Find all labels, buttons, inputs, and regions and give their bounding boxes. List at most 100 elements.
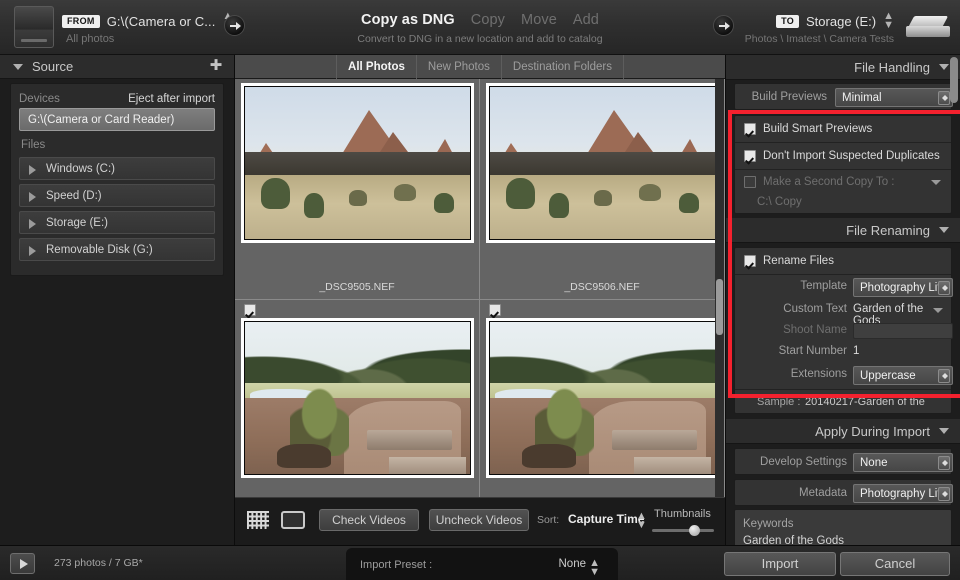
chevron-down-icon[interactable]	[13, 64, 23, 70]
develop-settings-label: Develop Settings	[760, 456, 847, 468]
import-button[interactable]: Import	[724, 552, 836, 576]
start-number-value[interactable]: 1	[853, 345, 859, 357]
tab-destination-folders[interactable]: Destination Folders	[500, 55, 624, 79]
template-dropdown[interactable]: Photography Life	[853, 278, 953, 297]
sidebar-item-windows-c[interactable]: Windows (C:)	[19, 157, 215, 180]
thumbnail-size-label: Thumbnails	[654, 508, 711, 520]
chevron-down-icon[interactable]	[939, 64, 949, 70]
sidebar-item-camera-card-reader[interactable]: G:\(Camera or Card Reader)	[19, 108, 215, 131]
import-preset-bar[interactable]: Import Preset : None ▲ ▼	[346, 548, 618, 580]
check-videos-button[interactable]: Check Videos	[319, 509, 419, 531]
grid-scrollbar-thumb[interactable]	[716, 279, 723, 335]
second-copy-checkbox[interactable]	[744, 175, 756, 188]
thumbnail-include-checkbox[interactable]	[489, 304, 501, 316]
right-panel-scrollbar[interactable]	[950, 57, 958, 103]
import-preset-value[interactable]: None	[559, 558, 587, 570]
chevron-right-icon[interactable]	[29, 192, 36, 202]
stepper-icon[interactable]	[938, 281, 950, 295]
grid-scrollbar[interactable]	[715, 79, 724, 521]
thumbnail-include-checkbox[interactable]	[244, 304, 256, 316]
mode-copy-as-dng[interactable]: Copy as DNG	[361, 12, 455, 28]
thumbnail-size-slider-knob[interactable]	[689, 525, 700, 536]
sidebar-item-storage-e[interactable]: Storage (E:)	[19, 211, 215, 234]
cancel-button[interactable]: Cancel	[840, 552, 950, 576]
loupe-view-icon[interactable]	[281, 511, 305, 529]
thumbnail-cell[interactable]: _DSC9506.NEF	[480, 79, 725, 300]
sample-row: Sample : 20140217-Garden of the Go...	[735, 389, 951, 432]
destination-path-label: Storage (E:)	[806, 13, 877, 29]
metadata-dropdown[interactable]: Photography Life	[853, 484, 953, 503]
stepper-icon[interactable]	[938, 369, 950, 383]
sidebar-item-label: Windows (C:)	[46, 163, 116, 175]
tab-all-photos[interactable]: All Photos	[336, 55, 416, 79]
build-smart-previews-row[interactable]: Build Smart Previews	[735, 116, 951, 143]
file-renaming-header[interactable]: File Renaming	[726, 218, 960, 243]
shoot-name-label: Shoot Name	[783, 324, 847, 336]
destination-stepper-icon[interactable]: ▲ ▼	[883, 11, 894, 31]
stepper-icon[interactable]	[938, 487, 950, 501]
template-row: Template Photography Life	[735, 275, 953, 300]
destination-drive-icon	[906, 16, 950, 40]
thumbnail-filename: _DSC9506.NEF	[564, 281, 640, 293]
develop-settings-value: None	[860, 457, 888, 469]
custom-text-row: Custom Text Garden of the Gods	[735, 300, 951, 327]
rename-files-row[interactable]: Rename Files	[735, 248, 951, 275]
bottom-bar: 273 photos / 7 GB* Import Preset : None …	[0, 545, 960, 580]
stepper-icon[interactable]	[938, 456, 950, 470]
build-previews-dropdown[interactable]: Minimal	[835, 88, 953, 107]
thumbnail-cell[interactable]	[235, 300, 480, 521]
second-copy-path: C:\ Copy	[757, 196, 802, 208]
second-copy-label: Make a Second Copy To :	[763, 176, 895, 188]
develop-settings-dropdown[interactable]: None	[853, 453, 953, 472]
chevron-down-icon[interactable]	[939, 227, 949, 233]
build-previews-row: Build Previews Minimal	[734, 83, 953, 110]
thumbnail-cell[interactable]	[480, 300, 725, 521]
import-preset-stepper-icon[interactable]: ▲ ▼	[589, 558, 600, 578]
chevron-down-icon[interactable]	[933, 308, 943, 313]
uncheck-videos-button[interactable]: Uncheck Videos	[429, 509, 529, 531]
sort-stepper-icon[interactable]: ▲ ▼	[636, 511, 647, 531]
build-smart-previews-checkbox[interactable]	[744, 122, 756, 135]
sidebar-item-removable-disk-g[interactable]: Removable Disk (G:)	[19, 238, 215, 261]
apply-during-import-title: Apply During Import	[815, 424, 930, 439]
dont-import-duplicates-row[interactable]: Don't Import Suspected Duplicates	[735, 143, 951, 170]
rename-files-checkbox[interactable]	[744, 254, 756, 267]
chevron-right-icon[interactable]	[29, 246, 36, 256]
second-copy-row[interactable]: Make a Second Copy To :	[735, 170, 951, 194]
chevron-down-icon[interactable]	[939, 428, 949, 434]
extensions-dropdown[interactable]: Uppercase	[853, 366, 953, 385]
shoot-name-field[interactable]	[853, 323, 953, 339]
thumbnail-grid: _DSC9505.NEF _DSC9506.NEF	[235, 79, 725, 521]
file-handling-header[interactable]: File Handling	[726, 55, 960, 80]
mode-add[interactable]: Add	[573, 12, 599, 28]
chevron-down-icon[interactable]	[931, 180, 941, 185]
chevron-right-icon[interactable]	[29, 219, 36, 229]
arrow-right-icon-right[interactable]	[713, 15, 734, 36]
dont-import-duplicates-label: Don't Import Suspected Duplicates	[763, 150, 940, 162]
file-handling-options: Build Smart Previews Don't Import Suspec…	[734, 115, 952, 214]
source-list-container: Devices Eject after import G:\(Camera or…	[10, 83, 224, 276]
tab-new-photos[interactable]: New Photos	[415, 55, 501, 79]
source-panel-header[interactable]: Source ✚	[0, 55, 234, 79]
chevron-right-icon[interactable]	[29, 165, 36, 175]
destination-selector[interactable]: TO Storage (E:) ▲ ▼	[776, 11, 894, 31]
source-panel-title: Source	[32, 59, 74, 74]
dont-import-duplicates-checkbox[interactable]	[744, 149, 756, 162]
build-smart-previews-label: Build Smart Previews	[763, 123, 873, 135]
stepper-icon[interactable]	[938, 91, 950, 105]
devices-label: Devices	[19, 93, 60, 105]
sidebar-item-speed-d[interactable]: Speed (D:)	[19, 184, 215, 207]
mode-copy[interactable]: Copy	[471, 12, 505, 28]
add-source-icon[interactable]: ✚	[209, 58, 223, 73]
show-panel-button[interactable]	[10, 553, 35, 574]
lightroom-import-dialog: FROMG:\(Camera or C...▲▼ All photos Copy…	[0, 0, 960, 580]
mode-move[interactable]: Move	[521, 12, 557, 28]
thumbnail-cell[interactable]: _DSC9505.NEF	[235, 79, 480, 300]
sort-value[interactable]: Capture Time	[568, 512, 644, 526]
apply-during-import-header[interactable]: Apply During Import	[726, 419, 960, 444]
grid-view-icon[interactable]	[247, 511, 269, 529]
thumbnail-image-trail	[489, 321, 716, 475]
thumbnail-size-slider[interactable]	[652, 529, 714, 532]
metadata-label: Metadata	[799, 487, 847, 499]
keywords-label: Keywords	[743, 518, 794, 530]
